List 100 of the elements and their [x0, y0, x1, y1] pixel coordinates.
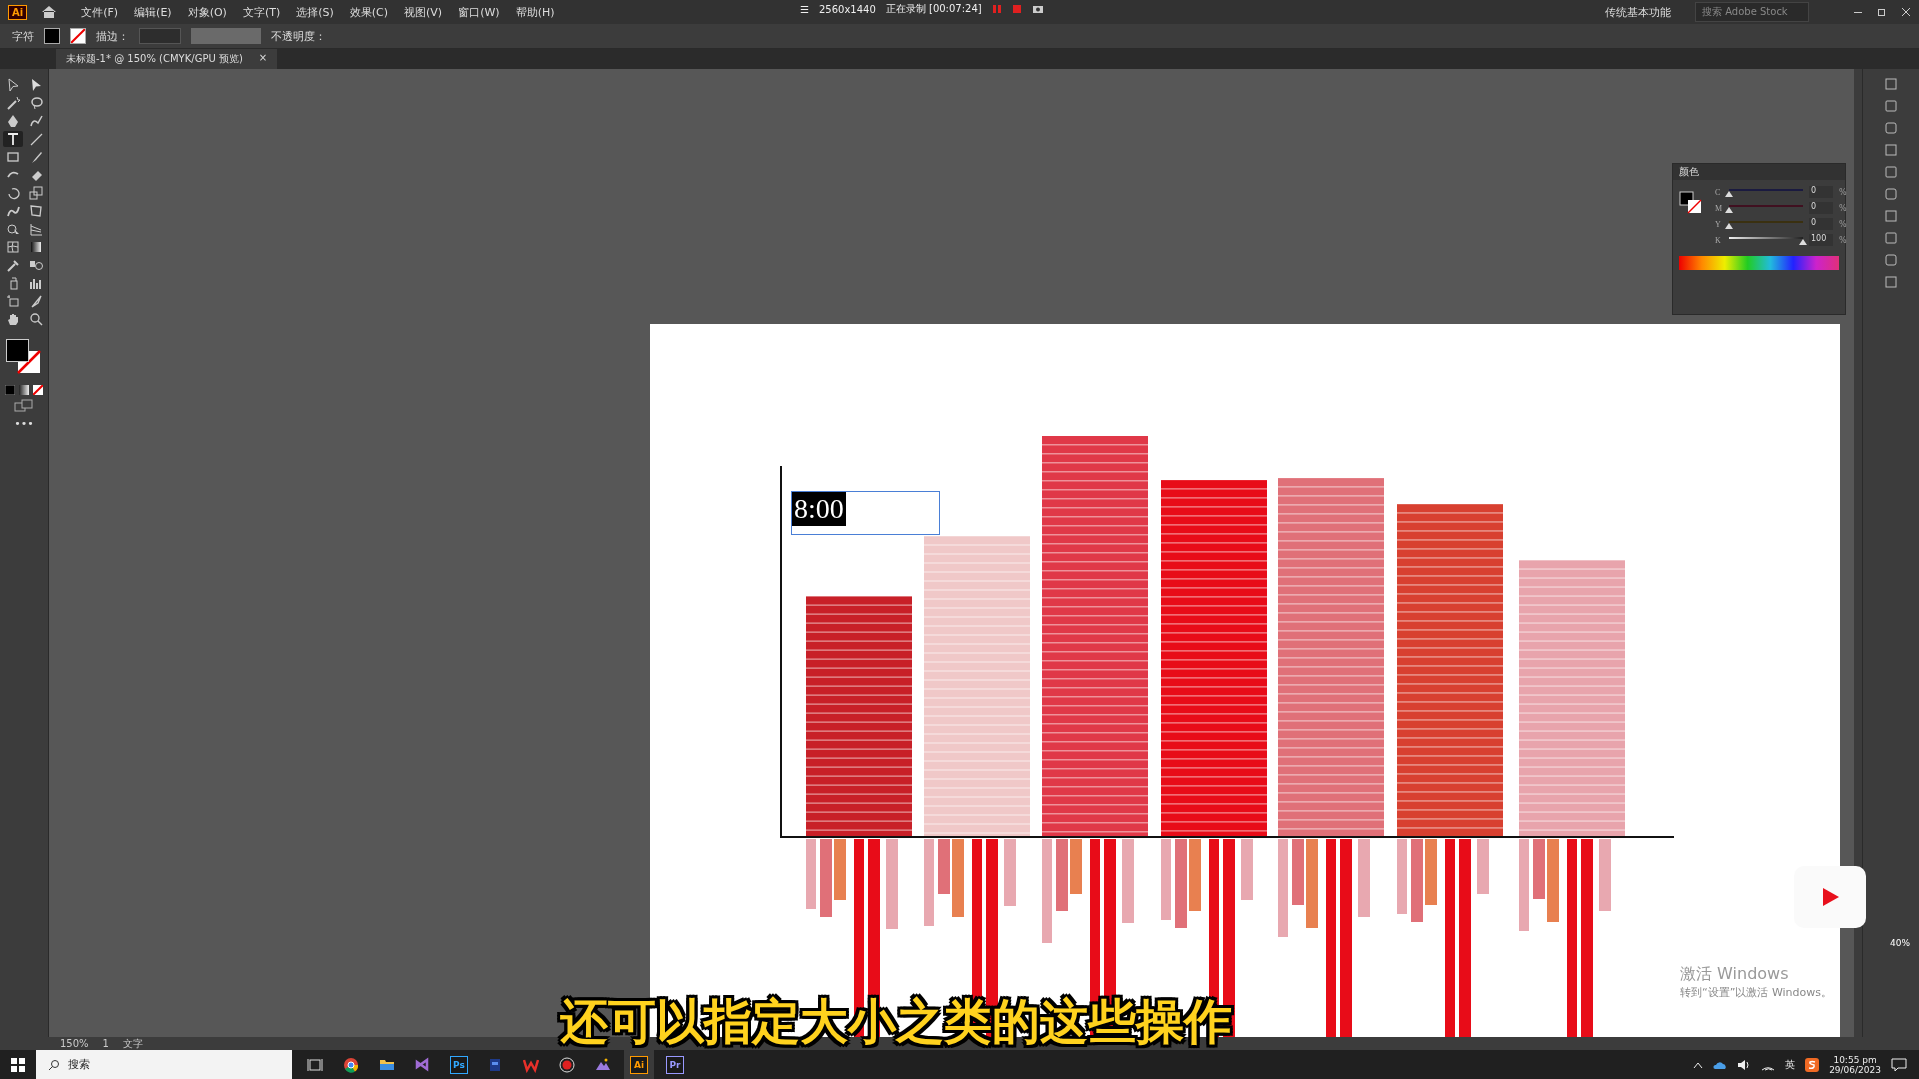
value-field[interactable]: 100	[1809, 234, 1833, 246]
taskbar-button[interactable]: Ai	[624, 1050, 654, 1079]
s-logo-icon[interactable]	[1805, 1057, 1820, 1072]
panel-icon[interactable]	[1884, 253, 1898, 267]
menu-item[interactable]: 对象(O)	[181, 2, 233, 22]
zoom-field[interactable]: 150%	[60, 1038, 89, 1049]
artboard-icon[interactable]	[5, 294, 20, 308]
panel-icon[interactable]	[1884, 275, 1898, 289]
scrollbar[interactable]	[1854, 69, 1862, 1037]
task-view-icon[interactable]	[307, 1056, 323, 1073]
fill-swatch[interactable]	[44, 28, 60, 44]
infinity-icon[interactable]	[415, 1056, 431, 1073]
network-speed-label: 40%	[1890, 938, 1910, 948]
video-widget[interactable]	[1794, 866, 1866, 928]
pause-icon[interactable]	[991, 4, 1002, 14]
menu-item[interactable]: 视图(V)	[398, 2, 449, 22]
unit-label: %	[1839, 203, 1847, 213]
clock[interactable]: 10:55 pm 29/06/2023	[1829, 1054, 1881, 1075]
panel-icon[interactable]	[1884, 187, 1898, 201]
workspace-switcher[interactable]: 传统基本功能	[1605, 4, 1671, 20]
panel-title[interactable]: 颜色	[1679, 165, 1699, 179]
stroke-swatch[interactable]	[70, 28, 86, 44]
curve-pen-icon[interactable]	[28, 114, 43, 128]
taskbar-button[interactable]: Ps	[444, 1050, 474, 1079]
slider-thumb[interactable]	[1725, 223, 1733, 229]
stroke-field[interactable]	[139, 28, 181, 44]
line-icon[interactable]	[28, 132, 43, 146]
rectangle-icon[interactable]	[5, 150, 20, 164]
camera-icon[interactable]	[1031, 4, 1044, 14]
panel-icon[interactable]	[1884, 231, 1898, 245]
eyedropper-icon[interactable]	[5, 258, 20, 272]
taskbar-search[interactable]: 搜索	[36, 1050, 292, 1079]
rotate-icon[interactable]	[5, 186, 20, 200]
blend-icon[interactable]	[28, 258, 43, 272]
channel-label: K	[1715, 235, 1722, 245]
panel-icon[interactable]	[1884, 165, 1898, 179]
none-mode-icon[interactable]	[33, 385, 43, 395]
windows-start-icon[interactable]	[11, 1057, 25, 1072]
menu-item[interactable]: 帮助(H)	[509, 2, 561, 22]
value-field[interactable]: 0	[1809, 186, 1833, 198]
lasso-icon[interactable]	[28, 96, 43, 110]
color-spectrum[interactable]	[1679, 256, 1839, 270]
restore-icon[interactable]	[1877, 7, 1887, 17]
panel-icon[interactable]	[1884, 99, 1898, 113]
panel-icon[interactable]	[1884, 209, 1898, 223]
pen-icon[interactable]	[5, 114, 20, 128]
perspective-icon[interactable]	[28, 222, 43, 236]
input-method-label[interactable]: 英	[1785, 1057, 1796, 1072]
type-icon[interactable]	[5, 132, 20, 146]
chevron-icon[interactable]	[1693, 1060, 1704, 1069]
notification-icon[interactable]	[1891, 1057, 1907, 1072]
close-icon[interactable]	[1901, 7, 1911, 17]
close-tab-button[interactable]: ×	[258, 52, 268, 66]
tool-label: 字符	[12, 28, 34, 44]
menu-icon[interactable]: ☰	[800, 3, 809, 15]
mesh-icon[interactable]	[5, 240, 20, 254]
style-field[interactable]	[191, 28, 261, 44]
more-tools-button[interactable]: •••	[14, 417, 34, 430]
unit-label: %	[1839, 219, 1847, 229]
menu-item[interactable]: 效果(C)	[343, 2, 395, 22]
cloud-icon[interactable]	[1713, 1059, 1728, 1070]
wand-icon[interactable]	[5, 96, 20, 110]
value-field[interactable]: 0	[1809, 202, 1833, 214]
zoom-icon[interactable]	[28, 312, 43, 326]
menu-item[interactable]: 文件(F)	[75, 2, 125, 22]
speaker-icon[interactable]	[1737, 1058, 1752, 1071]
stop-icon[interactable]	[1011, 4, 1022, 14]
document-tab[interactable]: 未标题-1* @ 150% (CMYK/GPU 预览) ×	[56, 49, 278, 69]
gradient-mode-icon[interactable]	[19, 385, 29, 395]
selection-icon[interactable]	[5, 78, 20, 92]
menu-item[interactable]: 文字(T)	[236, 2, 287, 22]
panel-icon[interactable]	[1884, 121, 1898, 135]
hand-icon[interactable]	[5, 312, 20, 326]
menu-item[interactable]: 选择(S)	[290, 2, 340, 22]
slider-thumb[interactable]	[1725, 191, 1733, 197]
taskbar-button[interactable]: Pr	[660, 1050, 690, 1079]
unit-label: %	[1839, 187, 1847, 197]
shape-builder-icon[interactable]	[5, 222, 20, 236]
menu-item[interactable]: 编辑(E)	[128, 2, 178, 22]
panel-icon[interactable]	[1884, 77, 1898, 91]
panel-icon[interactable]	[1884, 143, 1898, 157]
app-icon[interactable]	[487, 1056, 503, 1073]
graph-icon[interactable]	[28, 276, 43, 290]
value-field[interactable]: 0	[1809, 218, 1833, 230]
search-field[interactable]: 搜索 Adobe Stock	[1695, 2, 1809, 22]
color-mode-icon[interactable]	[5, 385, 15, 395]
page-field[interactable]: 1	[102, 1038, 109, 1049]
warp-icon[interactable]	[5, 204, 20, 218]
slider-thumb[interactable]	[1725, 207, 1733, 213]
menu-item[interactable]: 窗口(W)	[452, 2, 506, 22]
screen-mode-icon[interactable]	[14, 399, 34, 413]
record-icon[interactable]	[559, 1056, 575, 1073]
browser-icon[interactable]	[343, 1056, 359, 1073]
transform-icon[interactable]	[28, 204, 43, 218]
mountain-icon[interactable]	[595, 1056, 611, 1073]
gradient-icon[interactable]	[28, 240, 43, 254]
text-frame[interactable]: 8:00	[791, 491, 940, 535]
activation-hint: 转到“设置”以激活 Windows。	[1680, 985, 1832, 1000]
home-icon[interactable]	[41, 5, 58, 19]
scale-icon[interactable]	[28, 186, 43, 200]
